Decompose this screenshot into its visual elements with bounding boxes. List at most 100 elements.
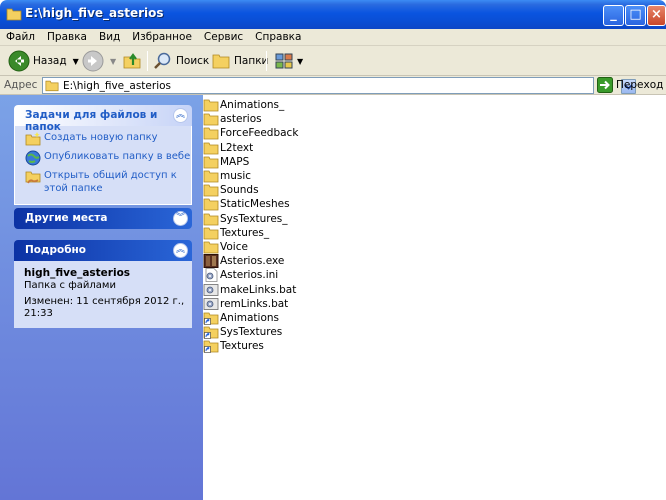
folder-icon [6, 8, 22, 21]
back-arrow-icon [8, 50, 30, 72]
details-name: high_five_asterios [24, 267, 131, 279]
toolbar: Назад ▼ ▼ Поиск Папки ▼ [0, 46, 666, 76]
folder-icon [203, 227, 219, 240]
address-value: E:\high_five_asterios [63, 80, 171, 92]
dropdown-arrow-icon[interactable]: ▼ [297, 57, 303, 66]
menu-bar: Файл Правка Вид Избранное Сервис Справка [0, 29, 666, 46]
menu-view[interactable]: Вид [93, 29, 126, 43]
search-label: Поиск [176, 55, 210, 67]
folder-icon [203, 127, 219, 140]
file-name: Animations_ [220, 99, 285, 111]
folder-shortcut-icon [203, 340, 219, 354]
folders-button[interactable]: Папки [211, 49, 268, 73]
file-item[interactable]: Voice [203, 240, 248, 254]
new-folder-icon [25, 132, 41, 146]
views-button[interactable]: ▼ [274, 49, 303, 73]
file-item[interactable]: makeLinks.bat [203, 283, 296, 297]
tasks-panel-body: Создать новую папку Опубликовать папку в… [14, 126, 192, 205]
back-label: Назад [33, 55, 67, 67]
window-title: E:\high_five_asterios [25, 6, 164, 20]
file-item[interactable]: Animations_ [203, 98, 284, 112]
search-icon [154, 52, 171, 69]
file-item[interactable]: L2text [203, 141, 253, 155]
address-input[interactable]: E:\high_five_asterios [42, 77, 636, 94]
file-name: makeLinks.bat [220, 283, 297, 296]
toolbar-separator [266, 51, 267, 71]
file-list[interactable]: Animations_ asterios ForceFeedback L2text MA… [203, 95, 666, 500]
collapse-icon[interactable]: ︽ [173, 108, 188, 123]
file-item[interactable]: asterios [203, 112, 262, 126]
folders-icon [212, 54, 230, 69]
file-item[interactable]: remLinks.bat [203, 297, 288, 311]
file-name: Sounds [220, 184, 259, 197]
tasks-panel-header[interactable]: Задачи для файлов и папок ︽ [14, 105, 192, 133]
shared-folder-icon [25, 171, 41, 184]
file-item[interactable]: Asterios.exe [203, 254, 284, 269]
file-name: Voice [220, 241, 248, 253]
exe-icon [203, 254, 219, 269]
task-publish-web[interactable]: Опубликовать папку в вебе [25, 150, 191, 166]
file-item[interactable]: Textures [203, 339, 264, 354]
globe-icon [25, 150, 41, 166]
menu-tools[interactable]: Сервис [198, 29, 249, 43]
file-item[interactable]: StaticMeshes [203, 197, 290, 211]
dropdown-arrow-icon[interactable]: ▼ [73, 57, 79, 66]
collapse-icon[interactable]: ︽ [173, 243, 188, 258]
file-name: Asterios.ini [220, 269, 279, 282]
search-button[interactable]: Поиск [153, 49, 209, 73]
file-item[interactable]: Sounds [203, 183, 259, 197]
other-places-header[interactable]: Другие места ︾ [14, 208, 192, 229]
file-name: SysTextures [220, 326, 283, 339]
file-name: Textures [220, 340, 264, 353]
up-folder-button[interactable] [122, 49, 142, 73]
file-item[interactable]: SysTextures [203, 325, 282, 339]
folder-icon [45, 80, 59, 92]
folder-icon [203, 241, 219, 254]
title-bar[interactable]: E:\high_five_asterios _ □ × [0, 0, 666, 29]
other-places-panel: Другие места ︾ [14, 208, 192, 229]
ini-icon [205, 268, 218, 283]
back-button[interactable]: Назад ▼ [8, 49, 79, 73]
details-modified: Изменен: 11 сентября 2012 г., 21:33 [24, 296, 185, 319]
file-name: SysTextures_ [220, 212, 288, 225]
task-share-folder[interactable]: Открыть общий доступ к этой папке [25, 169, 191, 195]
details-header[interactable]: Подробно ︽ [14, 240, 192, 261]
menu-help[interactable]: Справка [249, 29, 307, 43]
go-label: Переход [616, 79, 664, 91]
file-item[interactable]: Asterios.ini [203, 268, 279, 283]
file-item[interactable]: music [203, 169, 251, 183]
bat-icon [203, 297, 219, 310]
menu-file[interactable]: Файл [0, 29, 41, 43]
task-new-folder[interactable]: Создать новую папку [25, 131, 191, 147]
file-name: MAPS [220, 155, 250, 168]
file-item[interactable]: Textures_ [203, 226, 269, 240]
menu-favorites[interactable]: Избранное [126, 29, 198, 43]
dropdown-arrow-icon[interactable]: ▼ [110, 57, 116, 66]
folder-icon [203, 113, 219, 126]
go-button[interactable]: Переход [597, 77, 663, 93]
file-name: ForceFeedback [220, 127, 299, 140]
file-item[interactable]: ForceFeedback [203, 126, 298, 140]
task-label: Опубликовать папку в вебе [44, 151, 191, 162]
minimize-button[interactable]: _ [603, 5, 624, 26]
expand-icon[interactable]: ︾ [173, 211, 188, 226]
folder-icon [203, 99, 219, 112]
address-label: Адрес [4, 79, 38, 91]
up-folder-icon [123, 53, 141, 69]
address-bar: Адрес E:\high_five_asterios Переход [0, 76, 666, 95]
file-name: StaticMeshes [220, 198, 290, 211]
folder-icon [203, 184, 219, 197]
file-item[interactable]: SysTextures_ [203, 212, 288, 226]
maximize-button[interactable]: □ [625, 5, 646, 26]
file-item[interactable]: MAPS [203, 155, 249, 169]
folder-icon [203, 142, 219, 154]
task-pane: Задачи для файлов и папок ︽ Создать нову… [0, 95, 203, 500]
menu-edit[interactable]: Правка [41, 29, 93, 43]
forward-button[interactable]: ▼ [82, 49, 116, 73]
tasks-panel-title: Задачи для файлов и папок [25, 109, 158, 133]
file-item[interactable]: Animations [203, 311, 279, 325]
folder-shortcut-icon [203, 312, 219, 325]
close-button[interactable]: × [647, 5, 666, 26]
bat-icon [203, 283, 219, 296]
toolbar-separator [147, 51, 148, 71]
